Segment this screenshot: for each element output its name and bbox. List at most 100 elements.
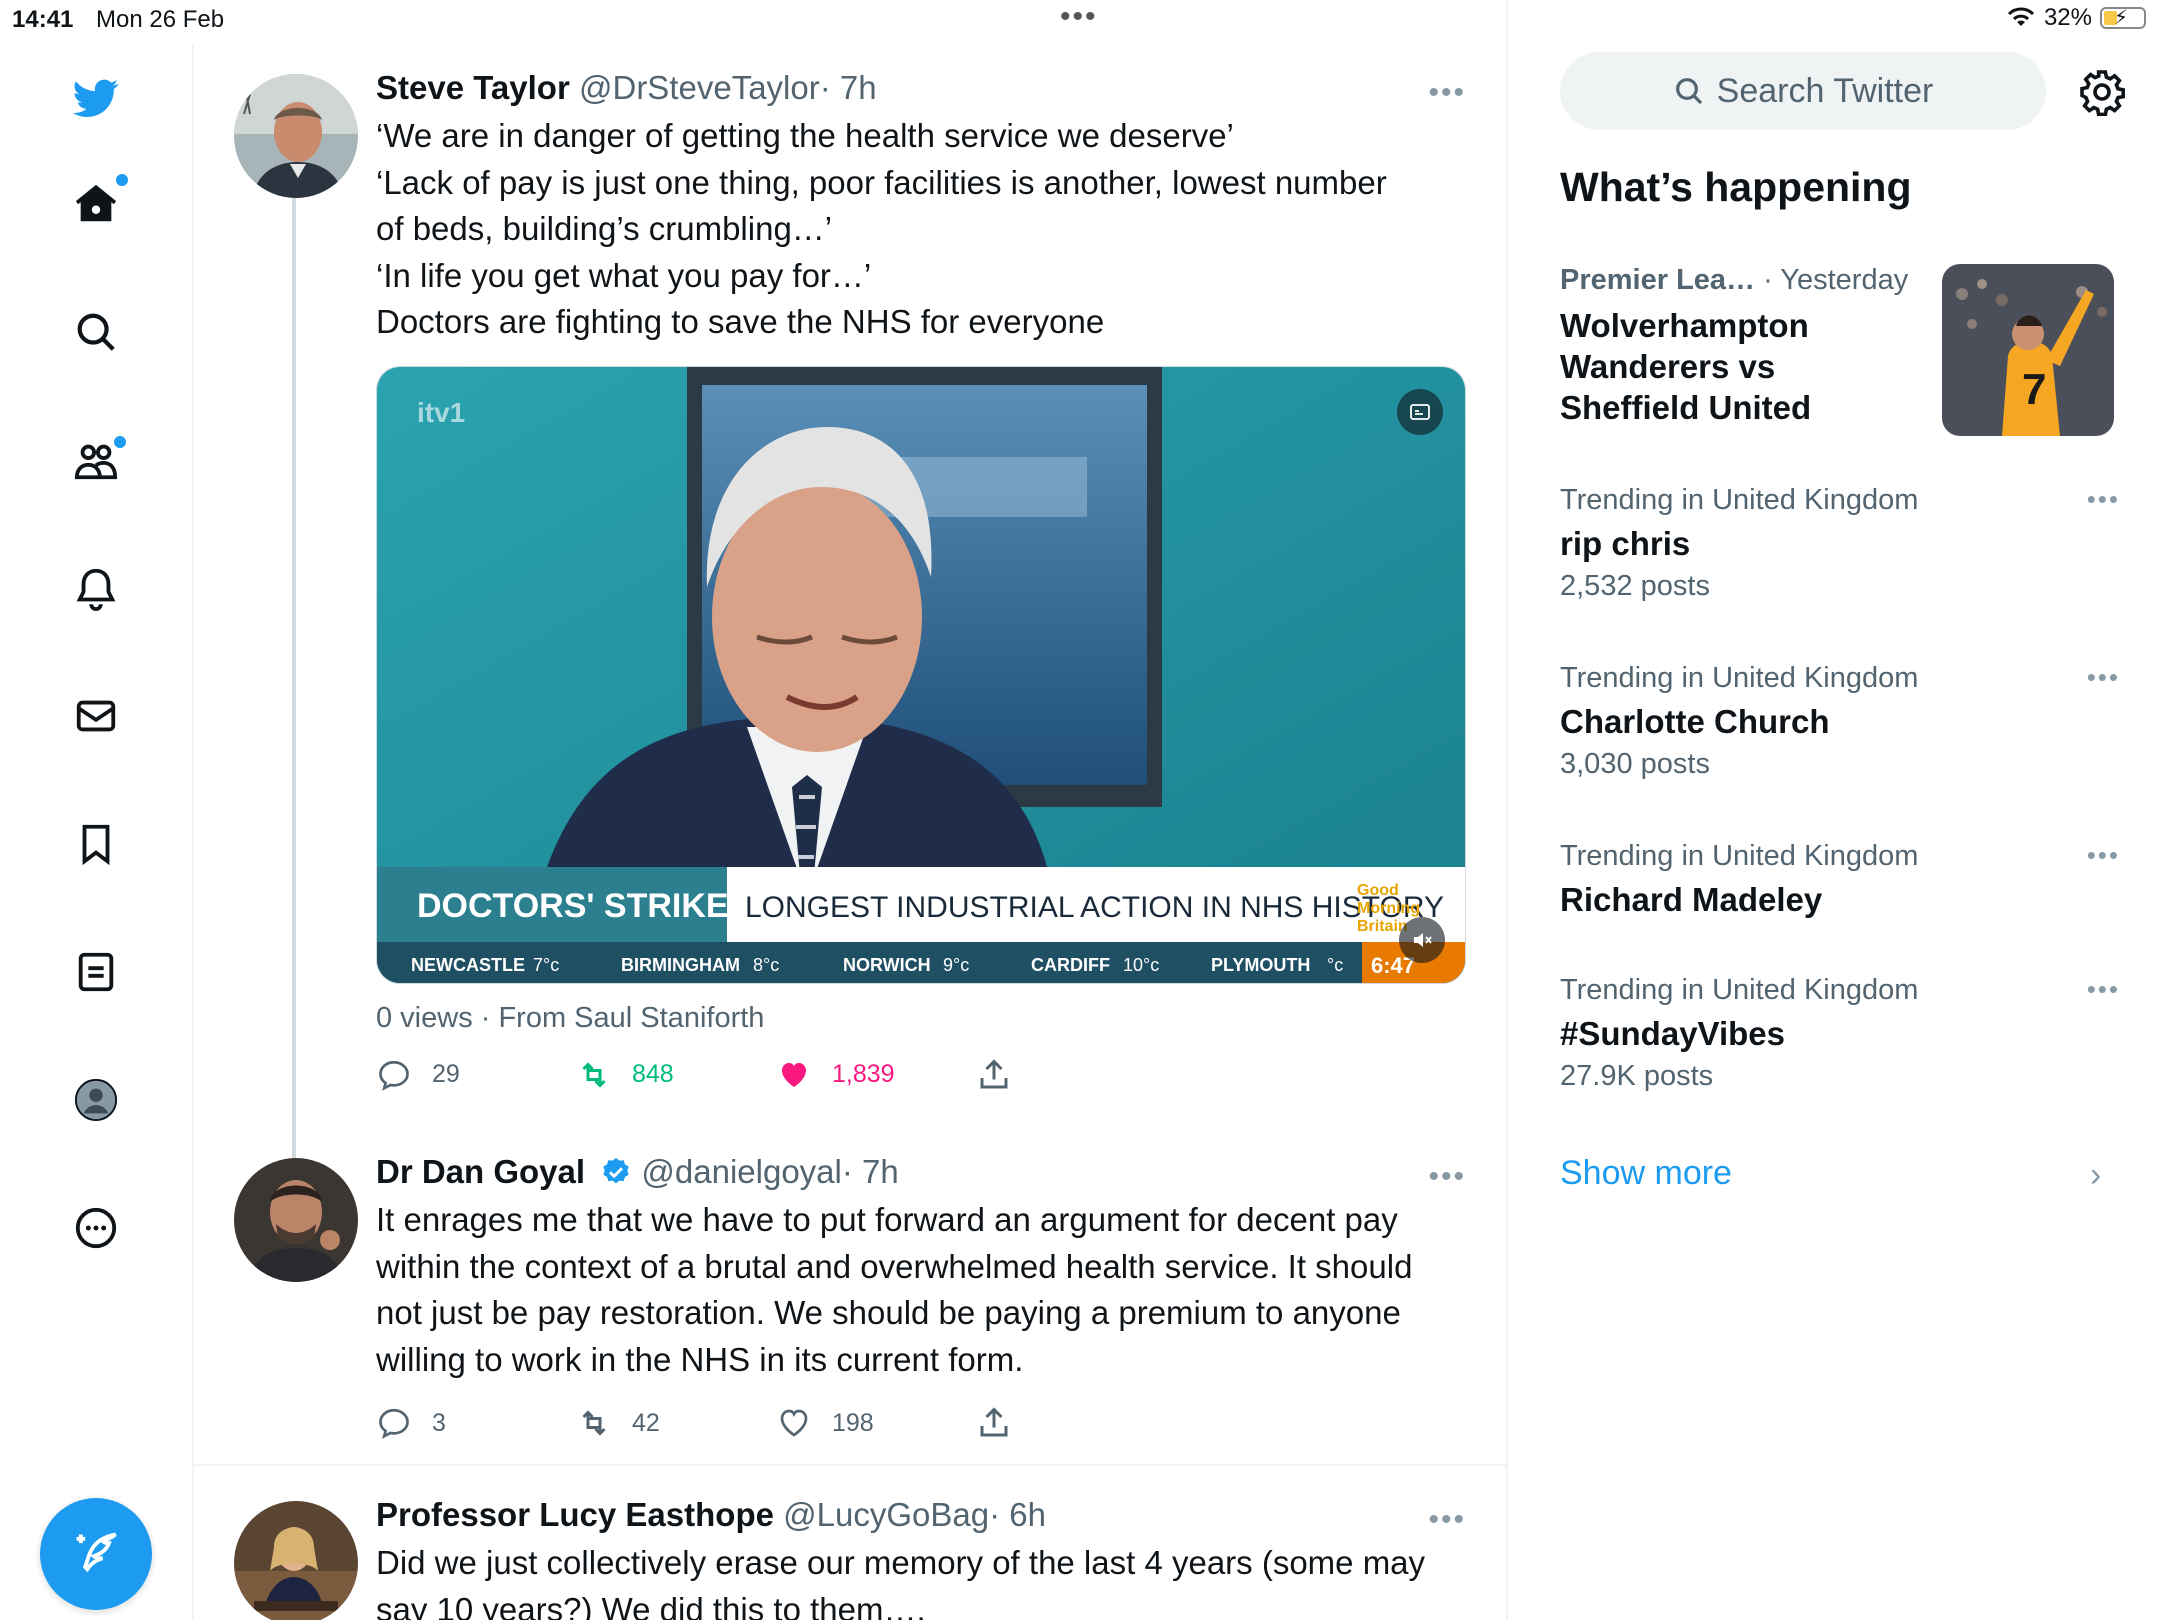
video-headline: DOCTORS' STRIKE: [417, 887, 729, 925]
trend-title: rip chris: [1560, 525, 1691, 562]
communities-icon[interactable]: [64, 428, 128, 492]
author-name[interactable]: Dr Dan Goyal: [376, 1153, 585, 1190]
tweet-time[interactable]: · 6h: [989, 1496, 1046, 1533]
trend-context: Trending in United Kingdom: [1560, 840, 1919, 872]
settings-gear-icon[interactable]: [2078, 68, 2126, 116]
status-time: 14:41: [12, 6, 74, 33]
author-handle[interactable]: @LucyGoBag: [783, 1496, 989, 1533]
tweet-text: ‘We are in danger of getting the health …: [376, 113, 1466, 346]
left-navigation: [0, 44, 192, 1620]
trend-when: · Yesterday: [1763, 264, 1909, 296]
weather-temp: 9°c: [943, 955, 969, 975]
retweet-button[interactable]: 848: [576, 1057, 674, 1093]
trend-item[interactable]: Trending in United Kingdom Charlotte Chu…: [1560, 662, 2120, 781]
tweet-time[interactable]: · 7h: [842, 1153, 899, 1190]
battery-percent: 32%: [2043, 4, 2092, 31]
trend-item[interactable]: Trending in United Kingdom Richard Madel…: [1560, 840, 2120, 920]
trend-more-icon[interactable]: •••: [2087, 840, 2120, 871]
avatar[interactable]: [234, 1158, 358, 1282]
tweet-more-icon[interactable]: •••: [1428, 76, 1466, 110]
trend-more-icon[interactable]: •••: [2087, 484, 2120, 515]
communities-notification-dot: [114, 436, 126, 448]
retweet-count: 42: [632, 1408, 660, 1437]
tweet-header: Steve Taylor @DrSteveTaylor· 7h: [376, 68, 1466, 108]
tweet-text-line: It enrages me that we have to put forwar…: [376, 1201, 1398, 1238]
lists-icon[interactable]: [64, 940, 128, 1004]
weather-city: CARDIFF: [1031, 955, 1110, 975]
trend-more-icon[interactable]: •••: [2087, 974, 2120, 1005]
search-icon: [1675, 78, 1702, 105]
weather-city: BIRMINGHAM: [621, 955, 740, 975]
weather-temp: 7°c: [533, 955, 559, 975]
retweet-icon: [582, 1061, 606, 1088]
trend-count: 2,532 posts: [1560, 570, 1710, 602]
trend-item[interactable]: Trending in United Kingdom #SundayVibes …: [1560, 974, 2120, 1093]
reply-count: 29: [432, 1060, 460, 1088]
trend-item[interactable]: Trending in United Kingdom rip chris 2,5…: [1560, 484, 2120, 603]
avatar[interactable]: [234, 74, 358, 198]
tweet-text-line: within the context of a brutal and overw…: [376, 1247, 1413, 1285]
trend-title-line: Wanderers vs: [1560, 348, 1776, 385]
tweet-more-icon[interactable]: •••: [1428, 1160, 1466, 1194]
messages-envelope-icon[interactable]: [64, 684, 128, 748]
heart-icon: [780, 1409, 808, 1437]
home-icon[interactable]: [64, 172, 128, 236]
author-handle[interactable]: @danielgoyal: [641, 1153, 841, 1190]
trend-category: Premier Lea…: [1560, 264, 1756, 296]
featured-trend[interactable]: Premier Lea… · Yesterday Wolverhampton W…: [1560, 264, 1930, 428]
multitasking-dots-icon[interactable]: •••: [1060, 0, 1098, 34]
reply-button[interactable]: 3: [376, 1405, 446, 1441]
author-name[interactable]: Professor Lucy Easthope: [376, 1496, 774, 1533]
retweet-count: 848: [632, 1060, 674, 1088]
status-date: Mon 26 Feb: [96, 6, 225, 33]
share-button[interactable]: [976, 1405, 1012, 1441]
avatar[interactable]: [234, 1501, 358, 1620]
twitter-logo-icon[interactable]: [64, 66, 128, 130]
trend-count: 27.9K posts: [1560, 1060, 1714, 1092]
weather-temp: 8°c: [753, 955, 779, 975]
heart-filled-icon: [782, 1062, 806, 1087]
notifications-bell-icon[interactable]: [64, 556, 128, 620]
weather-city: NORWICH: [843, 955, 931, 975]
bookmarks-icon[interactable]: [64, 812, 128, 876]
tweet-text-line: say 10 years?) We did this to them….: [376, 1590, 926, 1620]
right-divider: [1506, 0, 1508, 1620]
tweet-text: Did we just collectively erase our memor…: [376, 1540, 1466, 1620]
trend-more-icon[interactable]: •••: [2087, 662, 2120, 693]
search-placeholder: Search Twitter: [1716, 71, 1934, 110]
retweet-icon: [582, 1410, 606, 1436]
like-count: 1,839: [832, 1060, 895, 1088]
svg-text:7: 7: [2022, 365, 2046, 414]
retweet-button[interactable]: 42: [576, 1405, 660, 1441]
trend-title-line: Sheffield United: [1560, 389, 1812, 426]
share-button[interactable]: [976, 1057, 1012, 1093]
more-options-icon[interactable]: [64, 1196, 128, 1260]
show-more-link[interactable]: Show more: [1560, 1154, 1732, 1193]
weather-temp: °c: [1327, 955, 1343, 975]
trend-context: Trending in United Kingdom: [1560, 974, 1919, 1006]
tweet-header: Dr Dan Goyal @danielgoyal· 7h: [376, 1152, 1466, 1192]
author-name[interactable]: Steve Taylor: [376, 69, 570, 106]
tweet-video[interactable]: itv1 DOCTORS' STRIKE LONGEST INDUSTRIAL …: [376, 365, 1466, 984]
author-handle[interactable]: @DrSteveTaylor: [579, 69, 820, 106]
chevron-right-icon[interactable]: ›: [2090, 1156, 2101, 1195]
thread-connector-line: [292, 192, 296, 1176]
whats-happening-heading: What’s happening: [1560, 164, 1912, 210]
like-button[interactable]: 198: [776, 1405, 874, 1441]
tweet-time[interactable]: · 7h: [820, 69, 877, 106]
tweet-more-icon[interactable]: •••: [1428, 1503, 1466, 1537]
tweet-text-line: willing to work in the NHS in its curren…: [376, 1340, 1024, 1378]
captions-icon[interactable]: [1397, 388, 1443, 435]
like-button[interactable]: 1,839: [776, 1057, 895, 1093]
trend-count: 3,030 posts: [1560, 748, 1710, 780]
reply-button[interactable]: 29: [376, 1057, 460, 1093]
mute-volume-icon[interactable]: [1399, 916, 1445, 963]
compose-tweet-button[interactable]: [40, 1498, 152, 1610]
trend-title: Charlotte Church: [1560, 703, 1830, 740]
profile-avatar-icon[interactable]: [64, 1068, 128, 1132]
search-input[interactable]: Search Twitter: [1560, 52, 2046, 130]
explore-search-icon[interactable]: [64, 300, 128, 364]
trend-thumbnail[interactable]: 7: [1942, 264, 2114, 436]
verified-badge-icon: [603, 1158, 629, 1184]
trend-title: Wolverhampton Wanderers vs Sheffield Uni…: [1560, 305, 1930, 428]
